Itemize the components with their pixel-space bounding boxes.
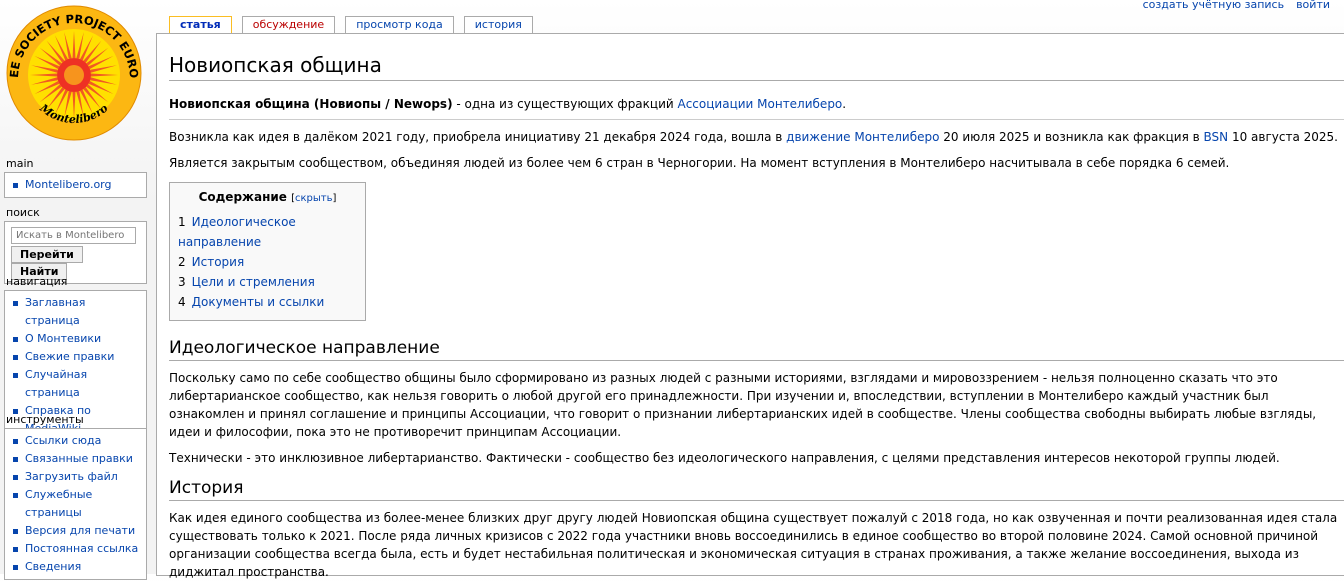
table-of-contents: Содержание [скрыть] 1 Идеологическое напр…: [169, 182, 366, 321]
ideology-paragraph: Поскольку само по себе сообщество общины…: [169, 371, 1317, 439]
sidebar-item-permanent-link[interactable]: Постоянная ссылка: [11, 540, 142, 558]
sidebar-item-upload-file[interactable]: Загрузить файл: [11, 468, 142, 486]
toc-item[interactable]: 1 Идеологическое направление: [178, 212, 357, 252]
lead-paragraph: Новиопская община (Новиопы / Newops) - о…: [169, 95, 1344, 120]
sidebar-item-label[interactable]: Загрузить файл: [25, 470, 118, 483]
sidebar-item-label[interactable]: Заглавная страница: [25, 296, 85, 327]
personal-tools: создать учётную запись войти: [1143, 0, 1330, 11]
sidebar-main: main Montelibero.org: [4, 157, 147, 198]
p1-text-b: 20 июля 2025 и возникла как фракция в: [939, 130, 1204, 144]
sidebar-navigation-title: навигация: [6, 275, 68, 288]
lead-text: - одна из существующих фракций: [452, 97, 678, 111]
tab-view-source[interactable]: просмотр кода: [345, 16, 454, 33]
sidebar-item-label[interactable]: Свежие правки: [25, 350, 114, 363]
sidebar-item-recent-changes[interactable]: Свежие правки: [11, 348, 142, 366]
toc-hide-link[interactable]: скрыть: [295, 193, 333, 204]
toc-item[interactable]: 4 Документы и ссылки: [178, 292, 357, 312]
association-link[interactable]: Ассоциации Монтелиберо: [678, 97, 843, 111]
lead-bold-term: Новиопская община (Новиопы / Newops): [169, 97, 453, 111]
sidebar-item-label[interactable]: О Монтевики: [25, 332, 101, 345]
ideology-paragraph: Технически - это инклюзивное либертариан…: [169, 451, 1280, 465]
p1-text-a: Возникла как идея в далёком 2021 году, п…: [169, 130, 787, 144]
toc-title-row: Содержание [скрыть]: [178, 190, 357, 204]
history-intro-paragraph: Возникла как идея в далёком 2021 году, п…: [169, 128, 1344, 146]
go-button[interactable]: Перейти: [11, 246, 83, 263]
create-account-link[interactable]: создать учётную запись: [1143, 0, 1284, 11]
sidebar-main-body: Montelibero.org: [4, 172, 147, 198]
sidebar-item-related-changes[interactable]: Связанные правки: [11, 450, 142, 468]
sidebar-item-label[interactable]: Служебные страницы: [25, 488, 92, 519]
sidebar-item-montelibero-org[interactable]: Montelibero.org: [11, 176, 142, 194]
toc-item-number: 3: [178, 275, 186, 289]
tab-discussion[interactable]: обсуждение: [241, 16, 336, 33]
section-heading-ideology: Идеологическое направление: [169, 337, 1344, 361]
sidebar-search-title: поиск: [6, 206, 40, 219]
community-paragraph: Является закрытым сообществом, объединяя…: [169, 156, 1230, 170]
sidebar-item-printable-version[interactable]: Версия для печати: [11, 522, 142, 540]
sidebar-item-what-links-here[interactable]: Ссылки сюда: [11, 432, 142, 450]
toc-toggle: [скрыть]: [291, 193, 337, 204]
search-input[interactable]: [11, 227, 136, 244]
toc-item[interactable]: 3 Цели и стремления: [178, 272, 357, 292]
sidebar-item-main-page[interactable]: Заглавная страница: [11, 294, 142, 330]
page-title: Новиопская община: [169, 52, 1344, 81]
toc-item-label[interactable]: Документы и ссылки: [192, 295, 325, 309]
toc-item-label[interactable]: Цели и стремления: [192, 275, 315, 289]
sidebar-search: поиск ПерейтиНайти: [4, 206, 147, 284]
sidebar-item-random-page[interactable]: Случайная страница: [11, 366, 142, 402]
main-content: Новиопская община Новиопская община (Нов…: [156, 33, 1344, 579]
section-heading-history: История: [169, 477, 1344, 501]
tab-article[interactable]: статья: [169, 16, 232, 34]
movement-link[interactable]: движение Монтелиберо: [786, 130, 939, 144]
sidebar-item-label[interactable]: Версия для печати: [25, 524, 135, 537]
sidebar-item-label[interactable]: Постоянная ссылка: [25, 542, 138, 555]
p1-text-c: 10 августа 2025.: [1228, 130, 1338, 144]
sidebar-item-label[interactable]: Montelibero.org: [25, 178, 112, 191]
toc-list: 1 Идеологическое направление 2 История 3 Це…: [178, 212, 357, 312]
site-logo[interactable]: FREE SOCIETY PROJECT EUROPE Montelibero: [0, 0, 144, 143]
sidebar-tools-body: Ссылки сюда Связанные правки Загрузить ф…: [4, 428, 147, 580]
lead-end: .: [842, 97, 847, 111]
sidebar-item-special-pages[interactable]: Служебные страницы: [11, 486, 142, 522]
toc-item-label[interactable]: Идеологическое направление: [178, 215, 296, 249]
page-actions-tabs: статья обсуждение просмотр кода история: [169, 16, 533, 34]
toc-item-label[interactable]: История: [192, 255, 245, 269]
sidebar-item-label[interactable]: Связанные правки: [25, 452, 133, 465]
toc-title: Содержание: [198, 190, 287, 204]
sidebar-tools-title: инструменты: [6, 413, 84, 426]
bsn-link[interactable]: BSN: [1204, 130, 1229, 144]
tab-history[interactable]: история: [463, 16, 533, 33]
toc-item-number: 4: [178, 295, 186, 309]
sidebar-item-label[interactable]: Случайная страница: [25, 368, 87, 399]
sidebar-tools: инструменты Ссылки сюда Связанные правки…: [4, 413, 147, 580]
sidebar-item-label[interactable]: Сведения: [25, 560, 81, 573]
history-paragraph: Как идея единого сообщества из более-мен…: [169, 511, 1338, 579]
sidebar-main-title: main: [6, 157, 34, 170]
sidebar-item-about[interactable]: О Монтевики: [11, 330, 142, 348]
toc-item-number: 1: [178, 215, 186, 229]
sidebar-item-label[interactable]: Ссылки сюда: [25, 434, 101, 447]
login-link[interactable]: войти: [1296, 0, 1330, 11]
logo-emblem-icon: FREE SOCIETY PROJECT EUROPE Montelibero: [0, 0, 142, 141]
sidebar-item-page-info[interactable]: Сведения: [11, 558, 142, 576]
toc-item[interactable]: 2 История: [178, 252, 357, 272]
toc-item-number: 2: [178, 255, 186, 269]
